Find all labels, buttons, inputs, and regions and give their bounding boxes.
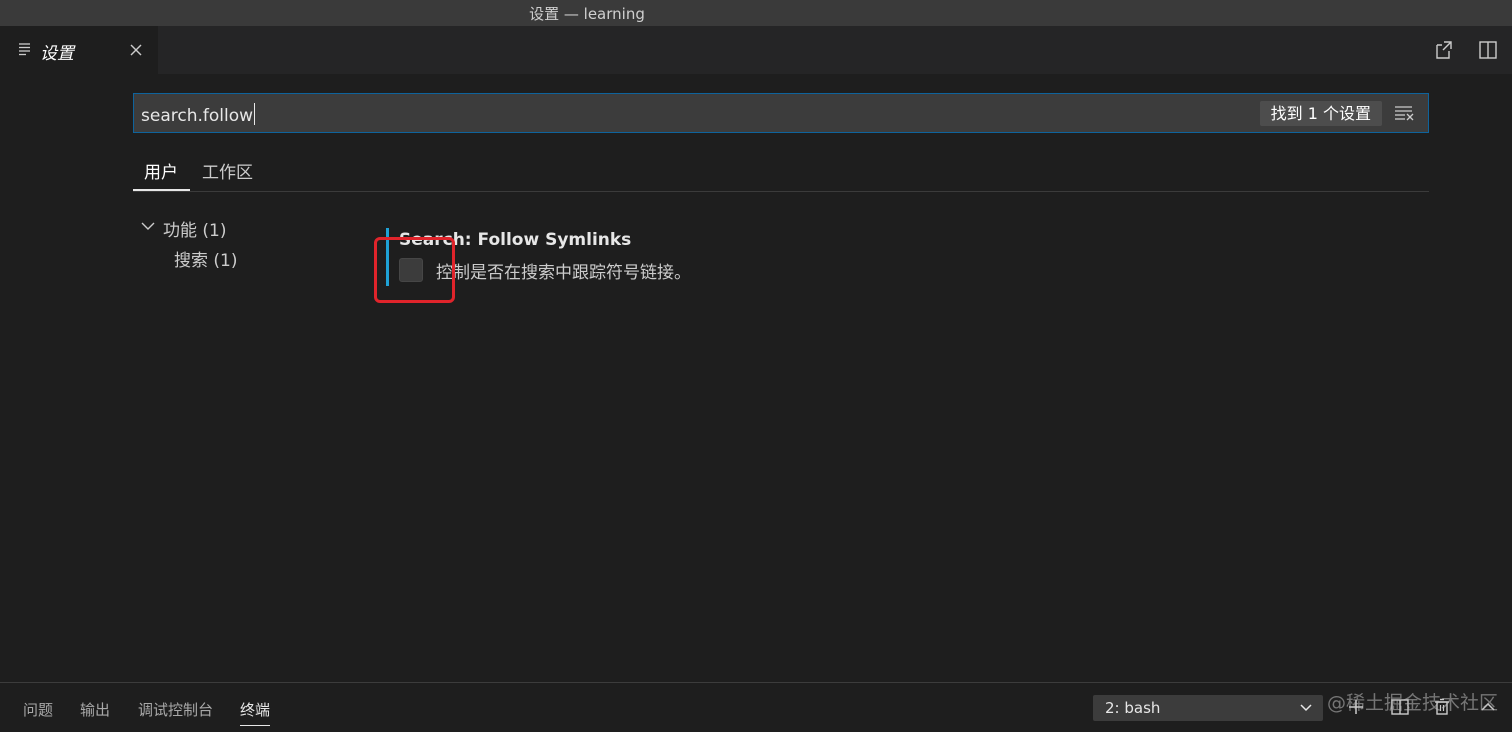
settings-search-input[interactable]: search.follow 找到 1 个设置 [133,93,1429,133]
close-icon[interactable] [127,41,145,59]
title-bar: 设置 — learning [0,0,1512,26]
tab-settings[interactable]: 设置 [0,26,158,74]
tab-label: 设置 [40,44,74,64]
editor-tab-bar: 设置 [0,26,1512,74]
terminal-select[interactable]: 2: bash [1093,695,1323,721]
panel-tab-output[interactable]: 输出 [80,699,110,720]
text-caret [254,103,256,125]
watermark: @稀土掘金技术社区 [1327,692,1499,714]
tab-user[interactable]: 用户 [144,158,178,183]
panel-tab-debug-console[interactable]: 调试控制台 [138,699,213,720]
chevron-down-icon[interactable] [141,221,155,231]
result-count-badge: 找到 1 个设置 [1259,101,1382,126]
terminal-select-value: 2: bash [1105,699,1161,717]
bottom-panel: 问题 输出 调试控制台 终端 2: bash @稀土掘金技术社区 [0,682,1512,732]
search-value: search.follow [141,106,254,126]
settings-scope-tabs: 用户 工作区 [133,152,1429,192]
toc-item-search[interactable]: 搜索 (1) [174,246,237,271]
settings-list-icon [19,43,30,56]
split-editor-icon[interactable] [1477,39,1499,61]
setting-description: 控制是否在搜索中跟踪符号链接。 [436,263,691,283]
panel-tab-problems[interactable]: 问题 [23,699,53,720]
clear-filter-icon[interactable] [1393,104,1415,122]
active-tab-indicator [133,189,190,191]
window-title: 设置 — learning [529,5,645,23]
panel-tab-terminal[interactable]: 终端 [240,699,270,720]
annotation-highlight-box [374,237,455,303]
chevron-down-icon [1300,704,1312,712]
open-settings-json-icon[interactable] [1433,39,1455,61]
toc-item-features[interactable]: 功能 (1) [163,216,226,241]
tab-workspace[interactable]: 工作区 [202,158,253,183]
active-panel-indicator [240,725,270,726]
